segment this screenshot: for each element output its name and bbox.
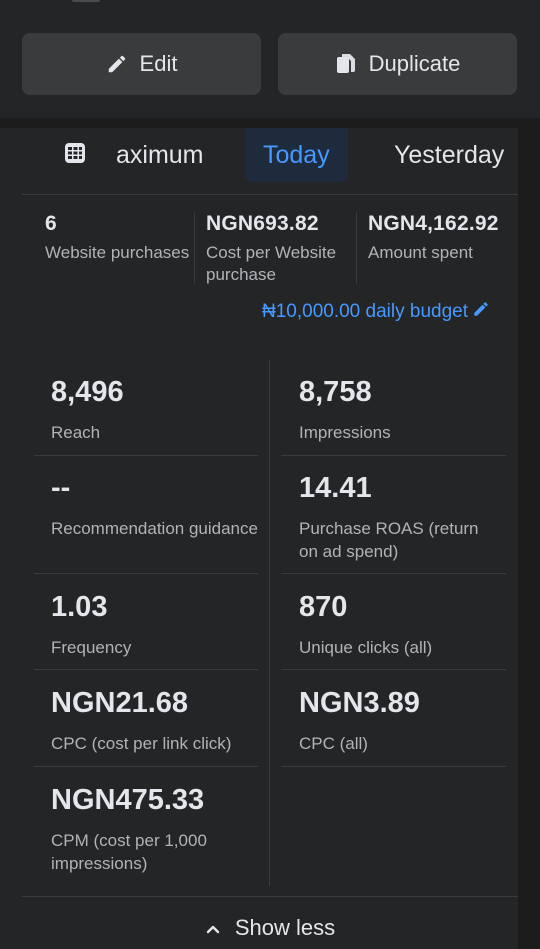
metric-frequency: 1.03 Frequency	[51, 591, 261, 659]
metric-value: NGN3.89	[299, 687, 420, 719]
pencil-icon	[106, 53, 128, 75]
chevron-up-icon	[205, 915, 221, 941]
metric-label: Reach	[51, 423, 101, 442]
summary-value: 6	[45, 212, 57, 235]
metric-value: --	[51, 472, 71, 504]
metric-value: NGN21.68	[51, 687, 189, 719]
divider	[34, 573, 258, 574]
divider	[356, 212, 357, 284]
tab-today[interactable]: Today	[245, 128, 348, 182]
metric-label: Frequency	[51, 638, 132, 657]
duplicate-button-label: Duplicate	[368, 51, 461, 76]
edit-button[interactable]: Edit	[22, 33, 261, 95]
metric-label: Recommendation guidance	[51, 519, 258, 538]
divider	[281, 455, 506, 456]
metric-label: Unique clicks (all)	[299, 638, 433, 657]
metric-label: CPM (cost per 1,000 impressions)	[51, 831, 207, 873]
metric-value: 14.41	[299, 472, 372, 504]
summary-label: Website purchases	[45, 243, 190, 262]
divider	[34, 766, 258, 767]
metric-reach: 8,496 Reach	[51, 376, 261, 444]
budget-text: ₦10,000.00 daily budget	[262, 301, 468, 322]
tab-yesterday[interactable]: Yesterday	[394, 128, 504, 182]
metric-label: CPC (cost per link click)	[51, 734, 232, 753]
metric-recommendation-guidance: -- Recommendation guidance	[51, 472, 261, 540]
panel-gutter	[518, 128, 540, 949]
metric-value: NGN475.33	[51, 784, 205, 816]
divider	[281, 766, 506, 767]
metric-cpm: NGN475.33 CPM (cost per 1,000 impression…	[51, 784, 251, 875]
duplicate-button[interactable]: Duplicate	[278, 33, 517, 95]
duplicate-icon	[335, 52, 357, 76]
metric-value: 8,758	[299, 376, 372, 408]
grid-divider	[269, 360, 270, 886]
metric-label: Impressions	[299, 423, 391, 442]
date-preset-tabs: aximum Today Yesterday	[22, 128, 518, 195]
metric-unique-clicks: 870 Unique clicks (all)	[299, 591, 509, 659]
metric-purchase-roas: 14.41 Purchase ROAS (return on ad spend)	[299, 472, 499, 563]
summary-label: Cost per Website purchase	[206, 243, 337, 284]
divider	[281, 573, 506, 574]
metric-value: 8,496	[51, 376, 124, 408]
pencil-icon	[472, 300, 490, 324]
metric-impressions: 8,758 Impressions	[299, 376, 509, 444]
daily-budget-link[interactable]: ₦10,000.00 daily budget	[262, 300, 490, 324]
tab-maximum[interactable]: aximum	[116, 128, 204, 182]
divider	[281, 669, 506, 670]
divider	[34, 455, 258, 456]
summary-amount-spent: NGN4,162.92 Amount spent	[368, 212, 518, 264]
drag-handle	[72, 0, 100, 2]
summary-value: NGN693.82	[206, 212, 319, 235]
summary-row: 6 Website purchases NGN693.82 Cost per W…	[22, 194, 518, 294]
metric-cpc-all: NGN3.89 CPC (all)	[299, 687, 509, 755]
summary-website-purchases: 6 Website purchases	[45, 212, 195, 264]
metric-label: Purchase ROAS (return on ad spend)	[299, 519, 479, 561]
show-less-button[interactable]: Show less	[0, 908, 540, 948]
metric-value: 870	[299, 591, 348, 623]
edit-button-label: Edit	[139, 51, 178, 76]
divider	[194, 212, 195, 284]
summary-label: Amount spent	[368, 243, 473, 262]
show-less-label: Show less	[234, 915, 336, 940]
metric-label: CPC (all)	[299, 734, 368, 753]
action-bar: Edit Duplicate	[0, 0, 540, 118]
divider	[34, 669, 258, 670]
summary-cost-per-purchase: NGN693.82 Cost per Website purchase	[206, 212, 346, 286]
metric-cpc-link: NGN21.68 CPC (cost per link click)	[51, 687, 266, 755]
table-grid-icon[interactable]	[64, 142, 88, 166]
metric-value: 1.03	[51, 591, 108, 623]
summary-value: NGN4,162.92	[368, 212, 499, 235]
divider	[22, 896, 518, 897]
